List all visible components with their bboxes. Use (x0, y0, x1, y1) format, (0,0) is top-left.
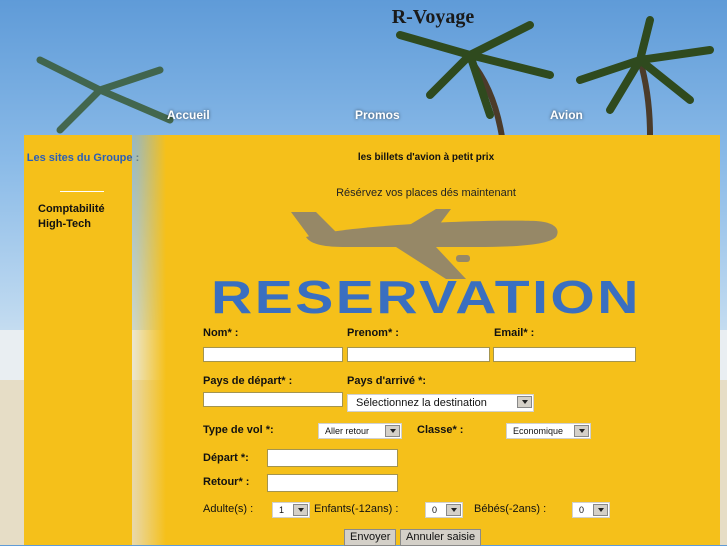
depart-input[interactable] (267, 449, 398, 467)
sidebar: Les sites du Groupe : Comptabilité High-… (24, 135, 139, 545)
pays-arrive-select[interactable]: Sélectionnez la destination (347, 394, 534, 412)
bebes-value: 0 (579, 505, 585, 515)
enfants-select[interactable]: 0 (425, 502, 463, 518)
adultes-value: 1 (279, 505, 285, 515)
site-title: R-Voyage (391, 6, 475, 28)
chevron-down-icon (517, 396, 532, 408)
headline: les billets d'avion à petit prix (357, 152, 495, 163)
sidebar-link-comptabilite[interactable]: Comptabilité (38, 203, 105, 215)
reservation-banner: RESERVATION (211, 275, 641, 323)
enfants-label: Enfants(-12ans) : (314, 503, 399, 515)
nom-input[interactable] (203, 347, 343, 362)
adultes-label: Adulte(s) : (203, 503, 254, 515)
email-label: Email* : (494, 327, 535, 339)
prenom-input[interactable] (347, 347, 490, 362)
pays-arrive-label: Pays d'arrivé *: (347, 375, 427, 387)
pays-arrive-value: Sélectionnez la destination (356, 397, 487, 409)
classe-value: Economique (513, 426, 564, 436)
bebes-label: Bébés(-2ans) : (474, 503, 547, 515)
chevron-down-icon (574, 425, 589, 437)
retour-label: Retour* : (203, 476, 250, 488)
subline: Résérvez vos places dés maintenant (336, 187, 516, 199)
classe-label: Classe* : (417, 424, 464, 436)
annuler-saisie-button[interactable]: Annuler saisie (400, 529, 482, 546)
envoyer-button[interactable]: Envoyer (344, 529, 397, 546)
sidebar-divider (60, 191, 104, 192)
enfants-value: 0 (432, 505, 438, 515)
pays-depart-label: Pays de départ* : (203, 375, 293, 387)
nav-accueil[interactable]: Accueil (167, 108, 210, 122)
chevron-down-icon (293, 504, 308, 516)
type-vol-label: Type de vol *: (203, 424, 274, 436)
email-input[interactable] (493, 347, 636, 362)
sidebar-title: Les sites du Groupe : (26, 152, 140, 164)
sidebar-link-high-tech[interactable]: High-Tech (38, 218, 91, 230)
banner-text: RESERVATION (211, 275, 641, 323)
bebes-select[interactable]: 0 (572, 502, 610, 518)
panel-fade (132, 135, 166, 545)
classe-select[interactable]: Economique (506, 423, 591, 439)
chevron-down-icon (446, 504, 461, 516)
nom-label: Nom* : (203, 327, 239, 339)
depart-label: Départ *: (203, 452, 249, 464)
retour-input[interactable] (267, 474, 398, 492)
nav-promos[interactable]: Promos (355, 108, 400, 122)
pays-depart-input[interactable] (203, 392, 343, 407)
type-vol-value: Aller retour (325, 426, 370, 436)
type-vol-select[interactable]: Aller retour (318, 423, 402, 439)
chevron-down-icon (385, 425, 400, 437)
adultes-select[interactable]: 1 (272, 502, 310, 518)
main-panel: les billets d'avion à petit prix Résérve… (166, 135, 720, 546)
prenom-label: Prenom* : (347, 327, 399, 339)
chevron-down-icon (593, 504, 608, 516)
nav-avion[interactable]: Avion (550, 108, 583, 122)
